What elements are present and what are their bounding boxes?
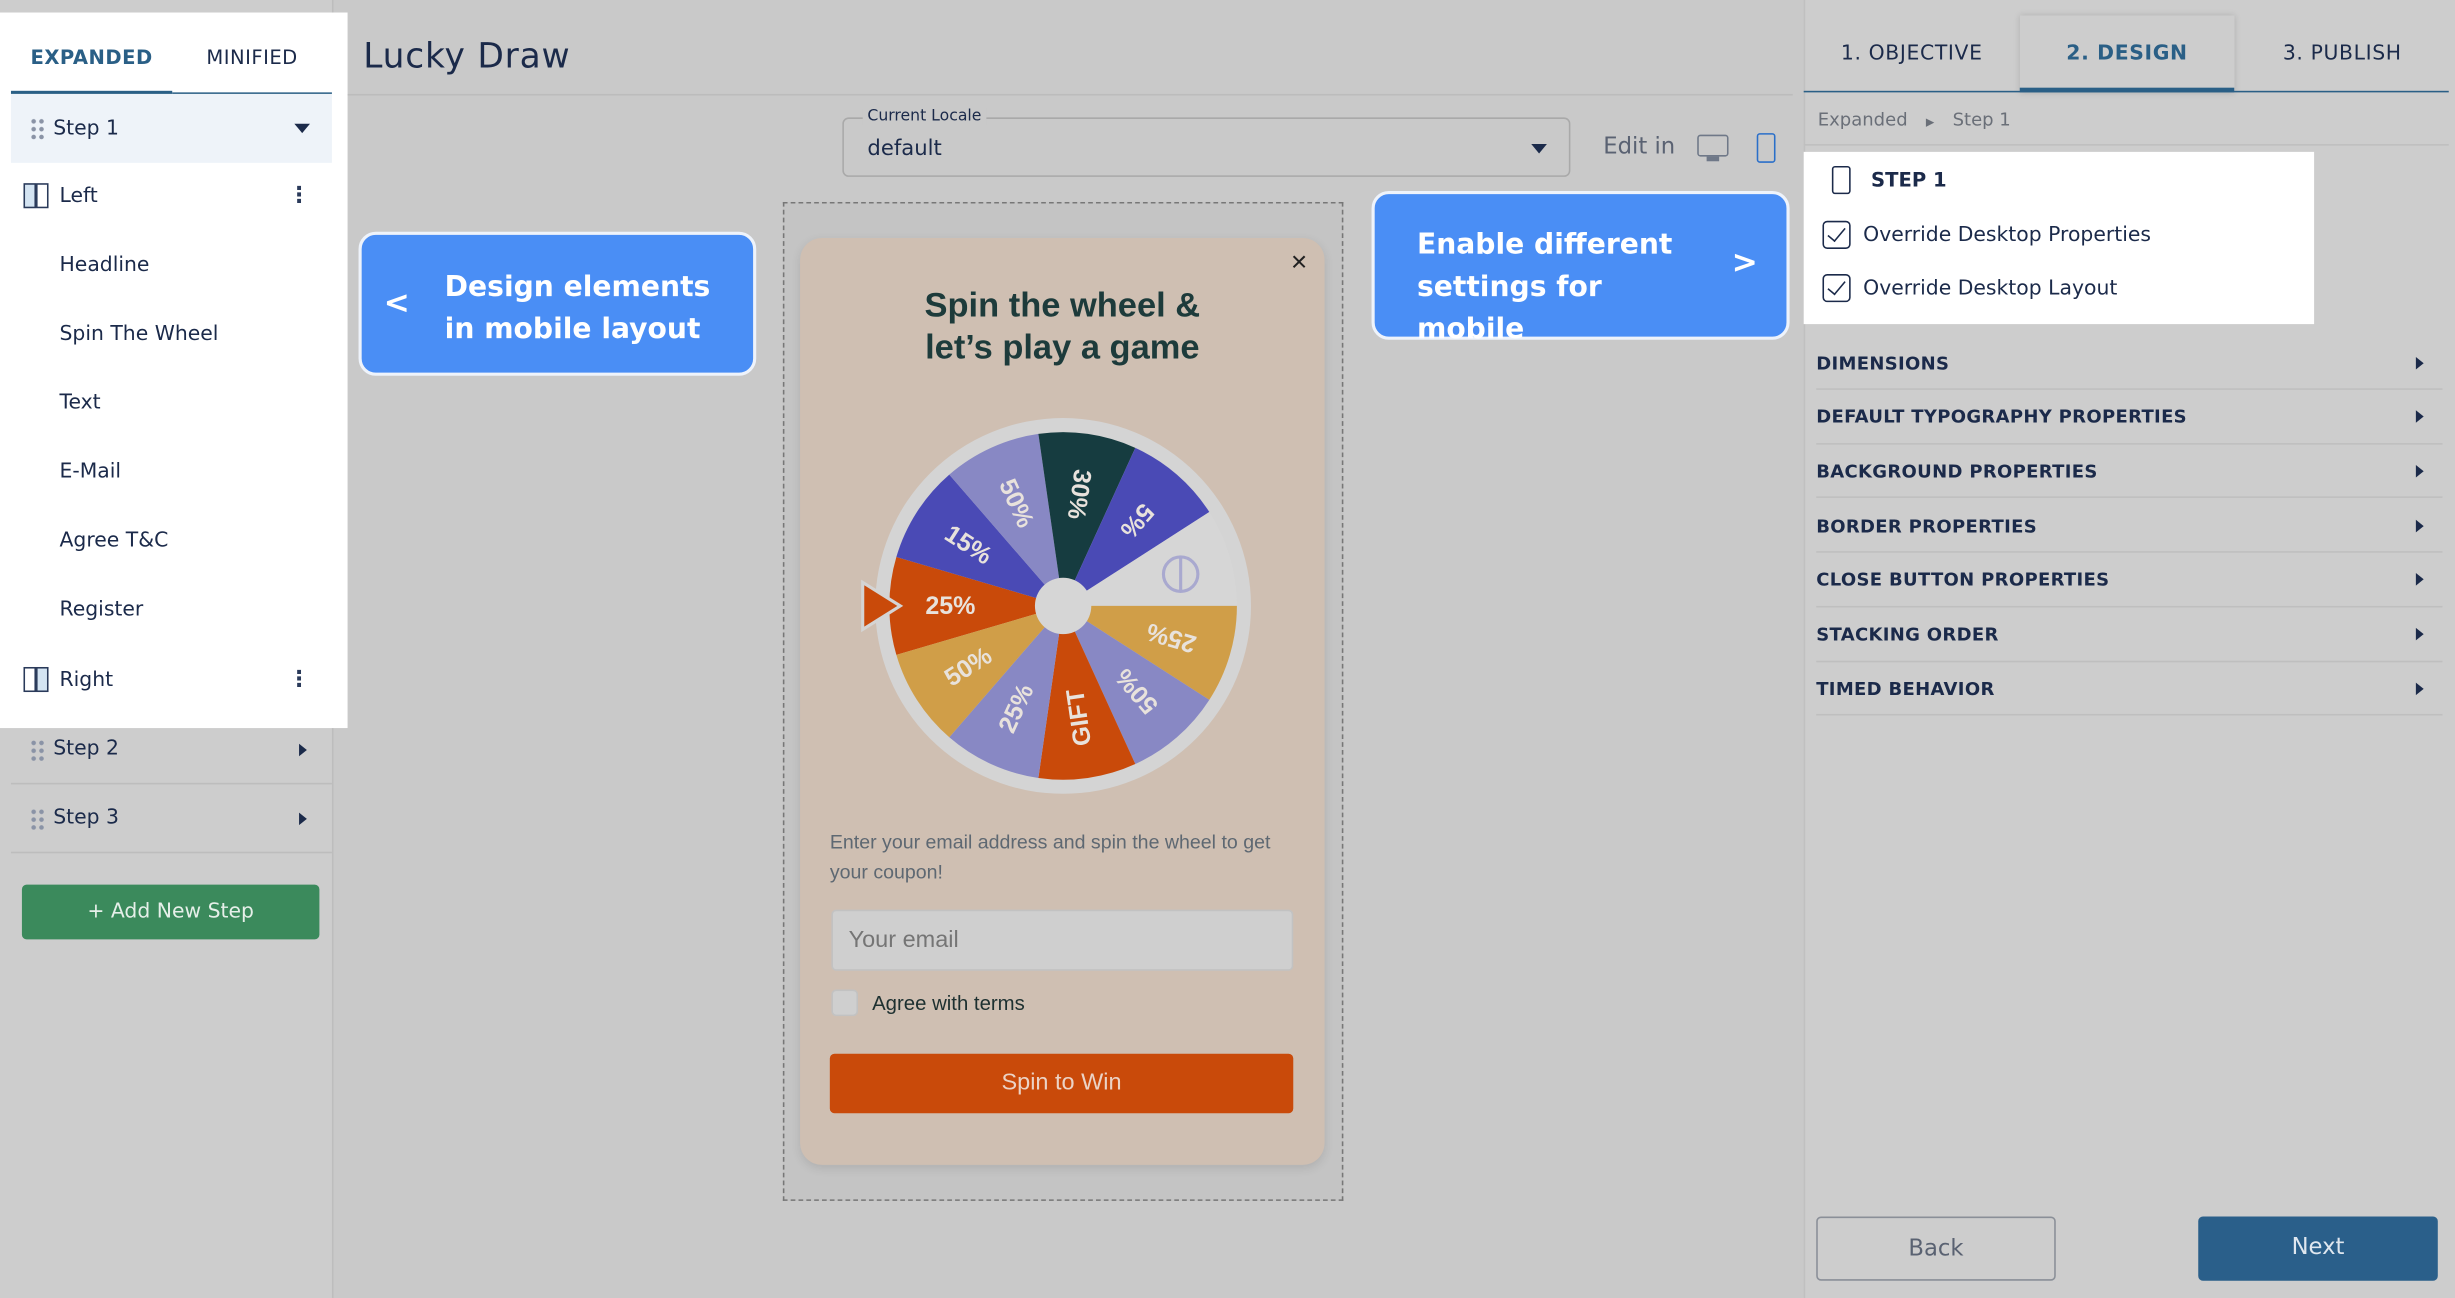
section-label: DIMENSIONS bbox=[1816, 351, 1950, 374]
tab-expanded[interactable]: EXPANDED bbox=[10, 34, 173, 94]
back-button[interactable]: Back bbox=[1816, 1216, 2056, 1281]
section-background-properties[interactable]: BACKGROUND PROPERTIES bbox=[1816, 445, 2443, 499]
wheel-segment-label: 25% bbox=[925, 592, 975, 620]
breadcrumb-item: Step 1 bbox=[1952, 108, 2011, 130]
chevron-right-icon bbox=[2415, 519, 2424, 532]
chevron-right-icon bbox=[2415, 410, 2424, 424]
callout-mobile-layout: < Design elements in mobile layout bbox=[358, 231, 757, 376]
header-divider bbox=[347, 93, 1793, 96]
headline-line: Spin the wheel & bbox=[924, 284, 1201, 325]
drag-handle-icon[interactable] bbox=[29, 738, 46, 761]
drag-handle-icon[interactable] bbox=[29, 807, 46, 830]
step-3-row[interactable]: Step 3 bbox=[10, 784, 332, 854]
locale-value: default bbox=[867, 136, 942, 162]
checkbox-label: Override Desktop Properties bbox=[1863, 223, 2152, 247]
chevron-right-icon[interactable] bbox=[299, 742, 307, 756]
tabs-divider bbox=[1803, 90, 2449, 93]
step-1-row[interactable]: Step 1 bbox=[10, 93, 332, 163]
element-headline[interactable]: Headline bbox=[59, 254, 149, 277]
element-spin-the-wheel[interactable]: Spin The Wheel bbox=[59, 323, 218, 346]
element-agree-tc[interactable]: Agree T&C bbox=[59, 529, 168, 552]
chevron-right-icon bbox=[2415, 573, 2424, 587]
callout-text: Enable different settings for mobile bbox=[1416, 228, 1673, 347]
chevron-right-icon bbox=[2415, 682, 2424, 695]
step-label: Step 2 bbox=[53, 737, 120, 761]
section-border-properties[interactable]: BORDER PROPERTIES bbox=[1816, 500, 2443, 553]
chevron-right-icon bbox=[2415, 627, 2424, 641]
popup-headline[interactable]: Spin the wheel & let’s play a game bbox=[800, 283, 1325, 368]
more-vertical-icon[interactable]: ⋮ bbox=[288, 667, 310, 692]
checkbox-checked-icon[interactable] bbox=[1822, 273, 1851, 303]
column-label: Right bbox=[59, 667, 114, 692]
tab-minified[interactable]: MINIFIED bbox=[172, 34, 332, 94]
tab-publish[interactable]: 3. PUBLISH bbox=[2234, 16, 2450, 93]
wheel-hub bbox=[1034, 577, 1092, 635]
section-timed-behavior[interactable]: TIMED BEHAVIOR bbox=[1816, 663, 2443, 716]
callout-mobile-settings: Enable different settings for mobile > bbox=[1371, 191, 1790, 346]
desktop-icon[interactable] bbox=[1697, 134, 1729, 162]
breadcrumb-separator-icon: ▶ bbox=[1925, 115, 1935, 129]
agree-checkbox[interactable] bbox=[831, 989, 859, 1017]
divider bbox=[1803, 144, 2449, 146]
prize-wheel[interactable]: 25%15%50% 30% 5%25%50%GIFT25%50% bbox=[856, 402, 1269, 809]
checkbox-label: Override Desktop Layout bbox=[1863, 276, 2118, 300]
step-2-row[interactable]: Step 2 bbox=[10, 716, 332, 785]
override-layout-checkbox[interactable]: Override Desktop Layout bbox=[1822, 273, 2118, 303]
more-vertical-icon[interactable]: ⋮ bbox=[288, 183, 310, 208]
column-left-row[interactable]: Left ⋮ bbox=[11, 161, 332, 230]
spin-to-win-button[interactable]: Spin to Win bbox=[829, 1053, 1294, 1114]
column-right-row[interactable]: Right ⋮ bbox=[11, 645, 332, 714]
email-input[interactable] bbox=[831, 909, 1294, 971]
locale-label: Current Locale bbox=[862, 108, 987, 126]
chevron-right-icon bbox=[2415, 356, 2424, 369]
section-label: CLOSE BUTTON PROPERTIES bbox=[1816, 568, 2110, 591]
tab-objective[interactable]: 1. OBJECTIVE bbox=[1804, 16, 2020, 93]
chevron-down-icon bbox=[1531, 144, 1547, 154]
step-title: STEP 1 bbox=[1871, 167, 1947, 192]
section-close-button-properties[interactable]: CLOSE BUTTON PROPERTIES bbox=[1816, 554, 2443, 608]
column-label: Left bbox=[59, 183, 98, 208]
element-email[interactable]: E-Mail bbox=[59, 460, 121, 483]
next-button[interactable]: Next bbox=[2198, 1216, 2438, 1281]
page-title: Lucky Draw bbox=[363, 37, 571, 77]
column-left-icon bbox=[23, 183, 51, 209]
headline-line: let’s play a game bbox=[925, 327, 1200, 367]
arrow-right-icon: > bbox=[1731, 242, 1758, 281]
chevron-down-icon[interactable] bbox=[294, 123, 311, 134]
mobile-icon[interactable] bbox=[1756, 133, 1776, 163]
checkbox-checked-icon[interactable] bbox=[1822, 220, 1851, 249]
popup-preview: × Spin the wheel & let’s play a game 25%… bbox=[800, 237, 1325, 1165]
drag-handle-icon[interactable] bbox=[29, 117, 46, 140]
section-label: BORDER PROPERTIES bbox=[1816, 514, 2038, 537]
close-icon[interactable]: × bbox=[1291, 246, 1307, 279]
step-settings-card: STEP 1 Override Desktop Properties Overr… bbox=[1803, 151, 2315, 325]
breadcrumb: Expanded ▶ Step 1 bbox=[1818, 108, 2011, 130]
popup-description: Enter your email address and spin the wh… bbox=[829, 831, 1271, 884]
chevron-right-icon[interactable] bbox=[299, 811, 307, 825]
agree-label: Agree with terms bbox=[872, 991, 1025, 1015]
column-right-icon bbox=[23, 666, 51, 693]
element-text[interactable]: Text bbox=[59, 391, 100, 414]
section-label: DEFAULT TYPOGRAPHY PROPERTIES bbox=[1816, 405, 2187, 428]
section-dimensions[interactable]: DIMENSIONS bbox=[1816, 337, 2443, 390]
section-label: STACKING ORDER bbox=[1816, 623, 1999, 646]
locale-select[interactable]: Current Locale default bbox=[842, 108, 1571, 177]
override-properties-checkbox[interactable]: Override Desktop Properties bbox=[1822, 220, 2152, 249]
chevron-right-icon bbox=[2415, 464, 2424, 478]
edit-in-label: Edit in bbox=[1603, 134, 1676, 160]
step-label: Step 3 bbox=[53, 806, 120, 830]
tab-design[interactable]: 2. DESIGN bbox=[2019, 16, 2235, 93]
section-label: BACKGROUND PROPERTIES bbox=[1816, 460, 2098, 483]
section-label: TIMED BEHAVIOR bbox=[1816, 677, 1995, 700]
arrow-left-icon: < bbox=[383, 283, 410, 321]
section-default-typography-properties[interactable]: DEFAULT TYPOGRAPHY PROPERTIES bbox=[1816, 391, 2443, 445]
section-stacking-order[interactable]: STACKING ORDER bbox=[1816, 608, 2443, 662]
step-label: Step 1 bbox=[53, 116, 120, 141]
mobile-icon bbox=[1831, 165, 1851, 195]
callout-text: Design elements in mobile layout bbox=[444, 270, 711, 347]
breadcrumb-item[interactable]: Expanded bbox=[1818, 108, 1908, 130]
add-new-step-button[interactable]: + Add New Step bbox=[21, 884, 320, 940]
element-register[interactable]: Register bbox=[59, 598, 143, 621]
